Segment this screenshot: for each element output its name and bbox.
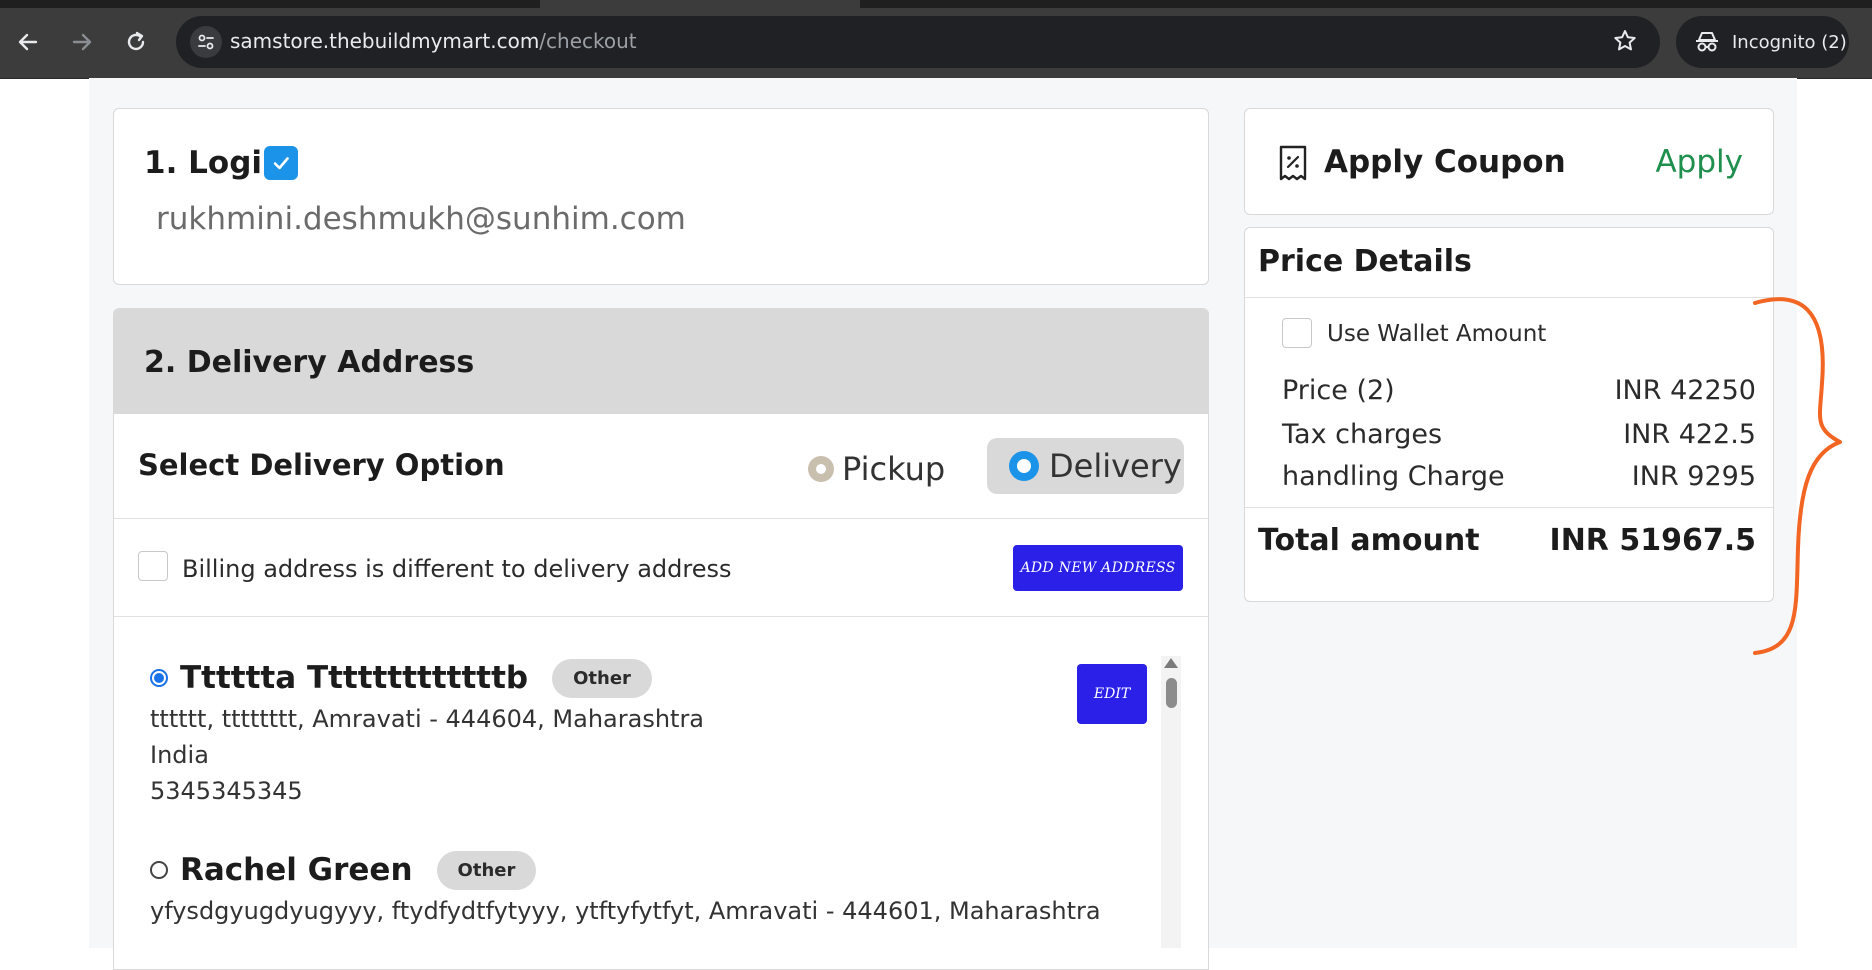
incognito-indicator[interactable]: Incognito (2) [1676,16,1849,68]
price-details-title: Price Details [1258,244,1472,279]
edit-address-button[interactable]: EDIT [1077,664,1147,724]
url-host: samstore.thebuildmymart.com [230,29,540,53]
add-new-address-button[interactable]: ADD NEW ADDRESS [1013,545,1183,591]
address-line: yfysdgyugdyugyyy, ftydfydtfytyyy, ytftyf… [150,897,1101,925]
incognito-icon [1694,31,1720,53]
coupon-icon [1278,145,1308,185]
address-country: India [150,741,209,769]
scrollbar-thumb[interactable] [1166,678,1177,708]
address-type-badge: Other [436,850,537,890]
delivery-title: 2. Delivery Address [144,345,475,380]
price-row-label: Price (2) [1282,375,1395,406]
login-verified-badge [264,146,298,180]
scroll-up-arrow-icon[interactable] [1164,658,1178,668]
address-line: tttttt, tttttttt, Amravati - 444604, Mah… [150,705,705,733]
total-label: Total amount [1258,523,1480,558]
address-name: Tttttta Tttttttttttttb [180,660,529,696]
address-bar[interactable]: samstore.thebuildmymart.com/checkout [176,16,1660,68]
tab-strip [0,0,1872,8]
use-wallet-checkbox[interactable] [1282,318,1312,348]
address-type-badge: Other [552,658,652,698]
address-list: Tttttta Tttttttttttttb Other tttttt, ttt… [114,617,1208,969]
billing-different-checkbox[interactable] [138,551,168,581]
pickup-label: Pickup [842,450,946,488]
coupon-section: Apply Coupon Apply [1244,108,1774,215]
billing-label: Billing address is different to delivery… [182,555,732,583]
address-radio[interactable] [150,669,168,687]
bookmark-star-icon[interactable] [1612,28,1638,58]
divider [1245,297,1773,298]
address-head: Tttttta Tttttttttttttb Other [150,655,704,701]
pickup-option[interactable]: Pickup [808,444,945,494]
price-details-section: Price Details Use Wallet Amount Price (2… [1244,227,1774,602]
coupon-title: Apply Coupon [1324,144,1566,180]
reload-button[interactable] [116,22,156,62]
delivery-radio[interactable] [1009,451,1039,481]
login-email: rukhmini.deshmukh@sunhim.com [156,201,686,237]
incognito-label: Incognito (2) [1732,31,1847,53]
arrow-left-icon [18,33,38,51]
delivery-option-row: Select Delivery Option Pickup Delivery [114,414,1208,519]
delivery-option-title: Select Delivery Option [138,448,505,482]
address-name: Rachel Green [180,852,413,888]
delivery-address-section: 2. Delivery Address Select Delivery Opti… [113,308,1209,970]
arrow-right-icon [72,33,92,51]
billing-row: Billing address is different to delivery… [114,519,1208,617]
address-head: Rachel Green Other [150,847,1101,893]
price-row: Price (2) INR 42250 [1282,375,1756,406]
price-row-label: handling Charge [1282,461,1505,492]
forward-button[interactable] [62,22,102,62]
back-button[interactable] [8,22,48,62]
reload-icon [127,31,145,51]
url-text: samstore.thebuildmymart.com/checkout [230,29,637,53]
tab[interactable] [540,0,860,8]
price-row: Tax charges INR 422.5 [1282,419,1756,450]
checkmark-icon [273,157,289,170]
login-section: 1. Login rukhmini.deshmukh@sunhim.com [113,108,1209,285]
address-radio[interactable] [150,861,168,879]
delivery-header: 2. Delivery Address [114,309,1208,414]
address-item[interactable]: Rachel Green Other yfysdgyugdyugyyy, fty… [150,847,1101,929]
use-wallet-label: Use Wallet Amount [1327,321,1547,347]
total-value: INR 51967.5 [1549,523,1756,558]
divider [1245,507,1773,508]
pickup-radio[interactable] [808,456,834,482]
address-item[interactable]: Tttttta Tttttttttttttb Other tttttt, ttt… [150,655,704,809]
annotation-brace-icon [1753,297,1842,655]
delivery-option[interactable]: Delivery [987,438,1184,494]
total-row: Total amount INR 51967.5 [1258,523,1756,558]
url-path: /checkout [539,29,637,53]
price-row-label: Tax charges [1282,419,1443,450]
address-phone: 5345345345 [150,777,303,805]
site-settings-icon[interactable] [190,26,222,58]
price-row: handling Charge INR 9295 [1282,461,1756,492]
delivery-label: Delivery [1049,447,1182,485]
browser-toolbar: samstore.thebuildmymart.com/checkout Inc… [0,0,1872,79]
apply-coupon-link[interactable]: Apply [1655,144,1743,180]
